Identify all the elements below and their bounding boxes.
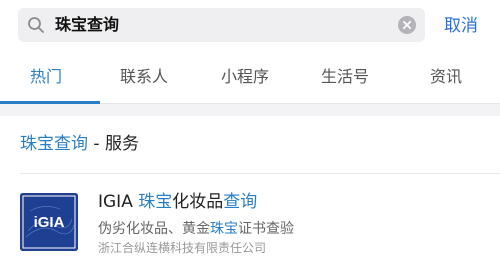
tab-mini-programs[interactable]: 小程序 (221, 64, 269, 90)
result-desc-part-1: 伪劣化妆品、黄金 (98, 221, 210, 237)
clear-icon[interactable] (398, 16, 416, 34)
section-title: 珠宝查询 - 服务 (20, 131, 139, 157)
tab-news[interactable]: 资讯 (430, 64, 462, 90)
search-icon (27, 16, 45, 34)
section-title-suffix: - 服务 (88, 134, 139, 154)
tab-life-accounts[interactable]: 生活号 (321, 64, 369, 90)
igia-logo: iGIA (20, 193, 78, 251)
result-title-highlight-2: 查询 (223, 192, 258, 212)
category-tabs: 热门 联系人 小程序 生活号 资讯 (0, 52, 500, 104)
cancel-button[interactable]: 取消 (444, 14, 478, 38)
result-company: 浙江合纵连横科技有限责任公司 (98, 241, 267, 255)
search-input[interactable]: 珠宝查询 (55, 14, 119, 36)
tab-hot[interactable]: 热门 (30, 64, 62, 90)
result-desc-part-2: 证书查验 (238, 221, 294, 237)
result-title-middle: 化妆品 (172, 192, 224, 212)
result-desc-highlight: 珠宝 (210, 221, 238, 237)
search-box[interactable]: 珠宝查询 (18, 8, 425, 42)
logo-text: iGIA (34, 214, 65, 231)
result-title-highlight-1: 珠宝 (138, 192, 173, 212)
result-title-brand: IGIA (98, 192, 139, 212)
service-result-item[interactable]: iGIA IGIA 珠宝化妆品查询 伪劣化妆品、黄金珠宝证书查验 浙江合纵连横科… (0, 174, 500, 276)
search-bar: 珠宝查询 取消 (0, 0, 500, 52)
section-title-highlight: 珠宝查询 (20, 134, 88, 154)
result-description: 伪劣化妆品、黄金珠宝证书查验 (98, 218, 294, 240)
tab-contacts[interactable]: 联系人 (120, 64, 168, 90)
section-divider (0, 104, 500, 116)
result-title: IGIA 珠宝化妆品查询 (98, 189, 257, 215)
